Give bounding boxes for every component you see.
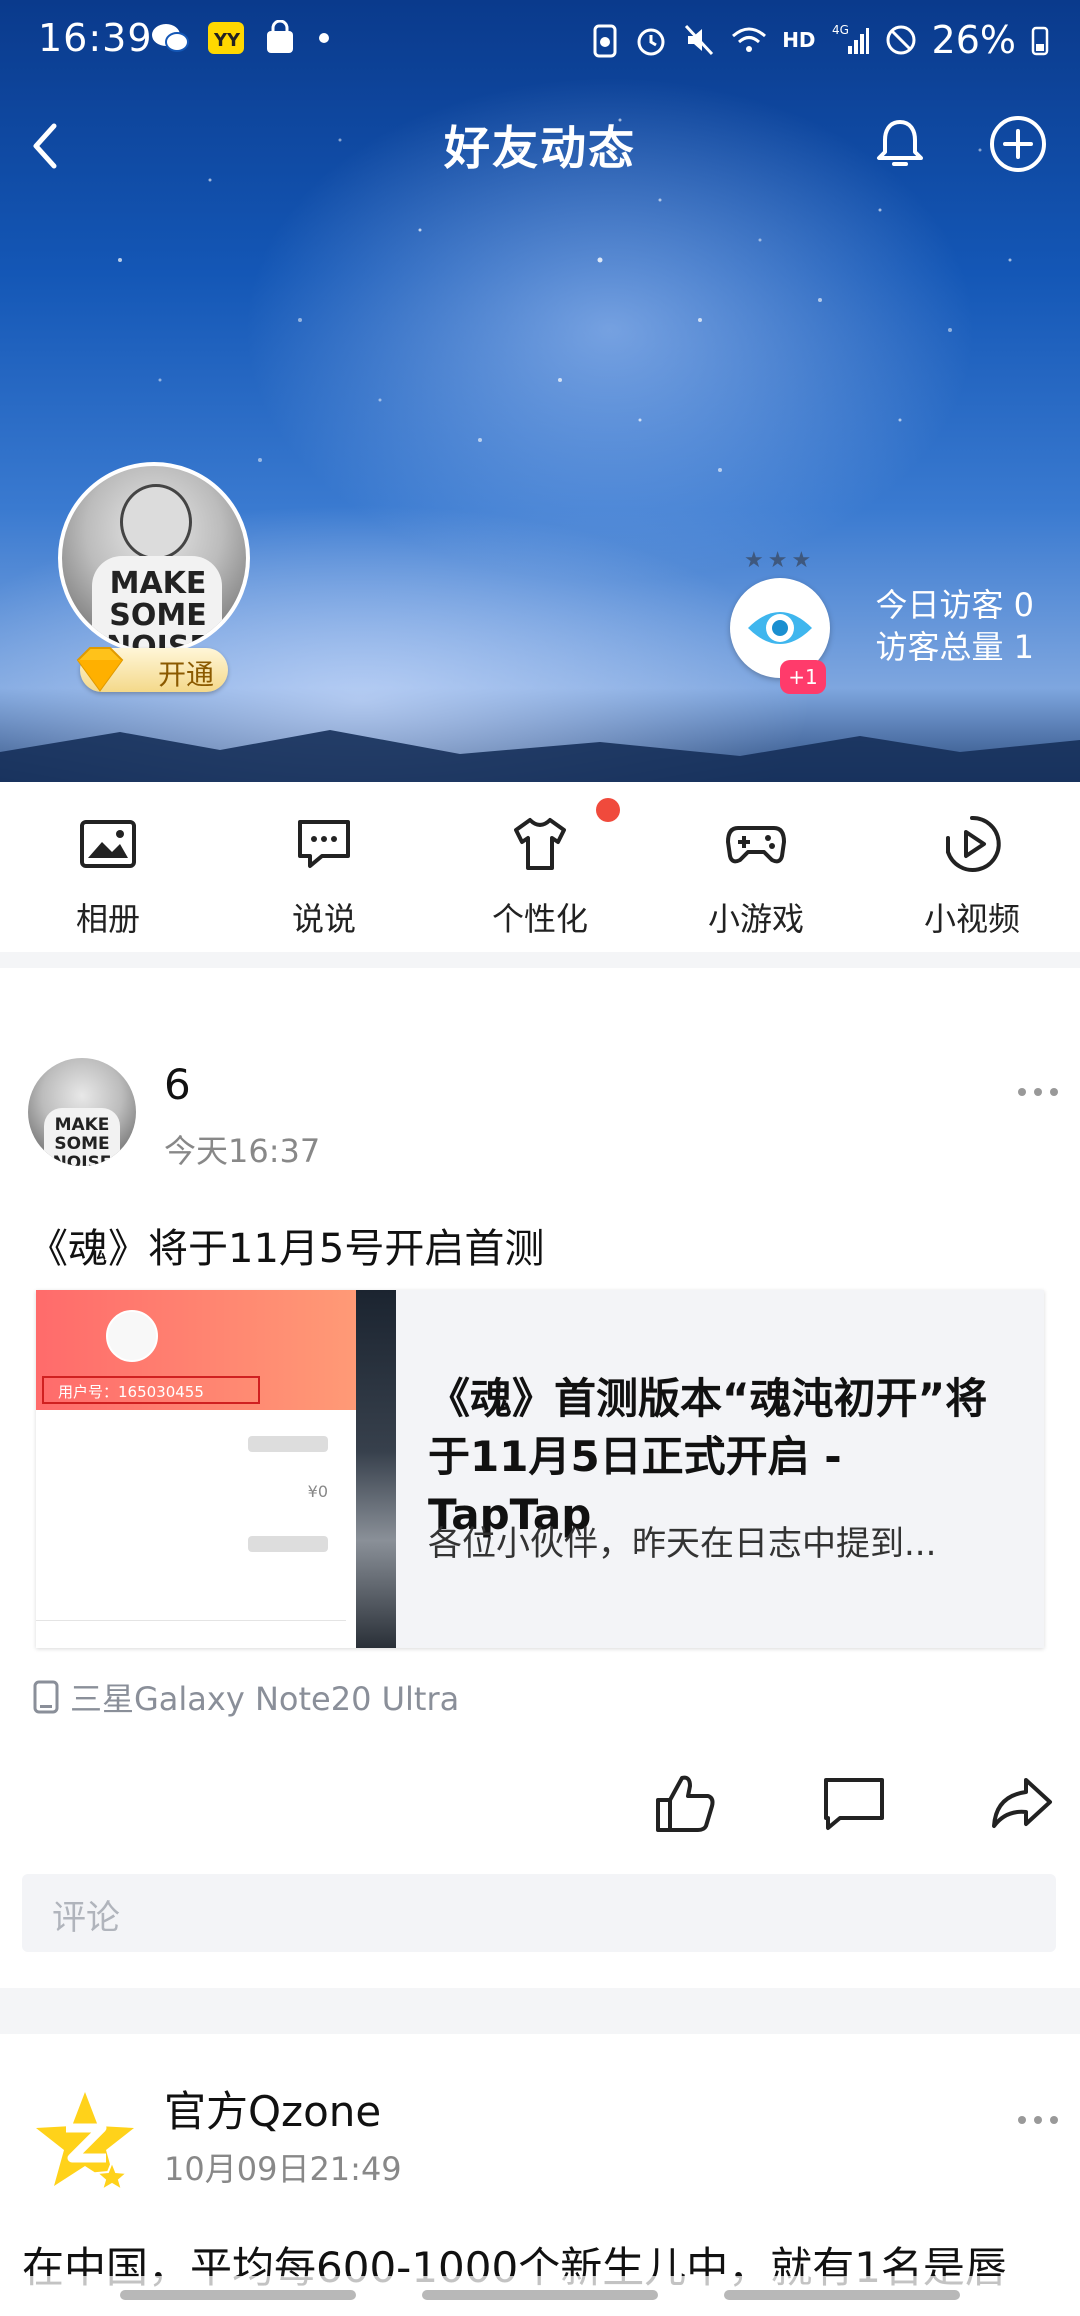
share-icon[interactable] [986, 1768, 1056, 1838]
thumb-blur [248, 1436, 328, 1452]
mute-icon [685, 24, 714, 56]
shopping-bag-icon [267, 20, 293, 53]
shortcut-short-video[interactable]: 小视频 [864, 782, 1080, 952]
top-nav: 好友动态 [0, 100, 1080, 190]
diamond-icon [76, 647, 124, 692]
wifi-icon [732, 27, 767, 52]
vip-label: 开通 [158, 658, 215, 691]
mountain-silhouette [0, 730, 1080, 782]
post-author-name[interactable]: 官方Qzone [164, 2078, 381, 2139]
shortcut-album[interactable]: 相册 [0, 782, 216, 952]
yy-icon: YY [208, 22, 244, 54]
svg-text:YY: YY [213, 30, 241, 51]
thumb-user-id: 用户号：165030455 [42, 1376, 260, 1404]
device-info: 三星Galaxy Note20 Ultra [32, 1674, 459, 1720]
shortcut-label: 说说 [291, 900, 356, 938]
play-circle-icon [946, 815, 1001, 872]
shortcut-label: 个性化 [491, 900, 588, 938]
svg-text:4G: 4G [832, 23, 849, 37]
wechat-icon [152, 24, 189, 52]
thumb-row: ¥0 [36, 1470, 346, 1521]
bell-icon[interactable] [868, 112, 932, 176]
shortcut-bar: 相册 说说 个性化 小游戏 小视频 [0, 782, 1080, 952]
comment-placeholder: 评论 [52, 1898, 120, 1938]
link-preview-card[interactable]: 用户号：165030455 ¥0 《魂》首测版本“魂沌初开”将 于11月5日正式… [36, 1290, 1044, 1648]
thumb-row [36, 1520, 346, 1571]
do-not-disturb-icon [886, 25, 916, 55]
nav-pill-right[interactable] [724, 2290, 960, 2300]
shortcut-label: 小视频 [923, 900, 1020, 938]
thumb-row [36, 1570, 346, 1621]
feed-post: 官方Qzone 10月09日21:49 在中国，平均每600-1000个新生儿中… [0, 2034, 1080, 2316]
status-right-icons: HD 4G 26% [590, 18, 1050, 62]
profile-avatar[interactable]: MAKE SOME NOISE [58, 462, 250, 654]
today-visitors: 今日访客 0 [875, 586, 1034, 624]
status-time: 16:39 [38, 16, 153, 60]
nav-pill-left[interactable] [120, 2290, 356, 2300]
qzone-logo-icon[interactable] [32, 2088, 138, 2194]
like-icon[interactable] [650, 1768, 720, 1838]
visitor-stars-decoration: ★★★ [744, 548, 816, 573]
post-author-name[interactable]: 6 [164, 1060, 191, 1109]
status-left-icons: YY [150, 20, 334, 56]
battery-icon [1031, 26, 1049, 56]
device-name: 三星Galaxy Note20 Ultra [70, 1680, 460, 1718]
post-text: 《魂》将于11月5号开启首测 [28, 1226, 545, 1272]
gamepad-icon [726, 826, 786, 864]
dot-icon [319, 33, 329, 43]
alarm-icon [637, 28, 665, 56]
plus-circle-icon[interactable] [986, 112, 1050, 176]
profile-cover: 16:39 YY HD 4G 26% 好友动态 MAKE SOME NOISE … [0, 0, 1080, 782]
nav-pill-center[interactable] [422, 2290, 658, 2300]
eye-icon [748, 612, 812, 644]
photo-album-icon [80, 820, 136, 868]
post-time: 10月09日21:49 [164, 2150, 402, 2188]
signal-icon: 4G [832, 23, 869, 54]
avatar-shirt-text: MAKE SOME NOISE [52, 1115, 112, 1167]
visitor-stats[interactable]: 今日访客 0 访客总量 1 [875, 584, 1034, 668]
thumb-night-scene [356, 1290, 396, 1648]
shortcut-mood[interactable]: 说说 [216, 782, 432, 952]
post-author-avatar[interactable]: MAKE SOME NOISE [28, 1058, 136, 1166]
link-title-line: 《魂》首测版本“魂沌初开”将 [428, 1374, 988, 1423]
vip-open-button[interactable]: 开通 [76, 647, 228, 692]
shortcut-label: 相册 [75, 900, 140, 938]
hd-label: HD [782, 28, 816, 52]
more-icon[interactable] [1016, 2112, 1060, 2128]
battery-percent: 26% [931, 18, 1016, 62]
personalize-new-dot [596, 798, 620, 822]
comment-icon[interactable] [820, 1768, 890, 1838]
shortcut-minigame[interactable]: 小游戏 [648, 782, 864, 952]
chat-bubble-icon [298, 820, 350, 868]
feed-post: MAKE SOME NOISE 6 今天16:37 《魂》将于11月5号开启首测… [0, 968, 1080, 1988]
phone-icon [33, 1680, 59, 1714]
thumb-value: ¥0 [307, 1482, 328, 1501]
gesture-nav-bar [0, 2276, 1080, 2316]
thumb-row [36, 1420, 346, 1471]
total-visitors: 访客总量 1 [875, 628, 1034, 666]
link-description: 各位小伙伴，昨天在日志中提到... [428, 1524, 937, 1564]
avatar-head [120, 484, 192, 560]
more-icon[interactable] [1016, 1084, 1060, 1100]
visitor-new-badge: +1 [780, 660, 826, 694]
thumb-blur [248, 1536, 328, 1552]
status-bar: 16:39 YY HD 4G 26% [0, 0, 1080, 80]
battery-saver-icon [593, 24, 617, 58]
shortcut-label: 小游戏 [707, 900, 804, 938]
post-time: 今天16:37 [164, 1132, 321, 1170]
tshirt-icon [514, 818, 566, 870]
comment-input[interactable]: 评论 [22, 1874, 1056, 1952]
thumb-avatar [106, 1310, 158, 1362]
link-thumbnail: 用户号：165030455 ¥0 [36, 1290, 396, 1648]
